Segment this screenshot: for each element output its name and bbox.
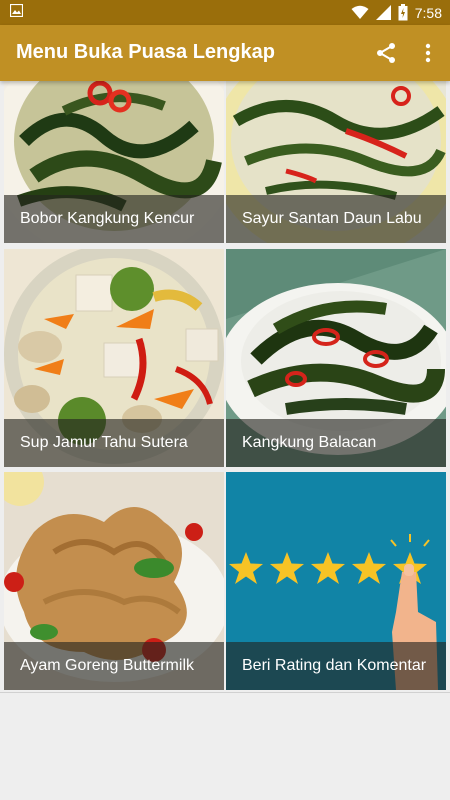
menu-tile-ayam-goreng-buttermilk[interactable]: Ayam Goreng Buttermilk xyxy=(4,472,224,690)
menu-tile-beri-rating[interactable]: Beri Rating dan Komentar xyxy=(226,472,446,690)
wifi-icon xyxy=(351,5,369,19)
menu-tile-sup-jamur-tahu-sutera[interactable]: Sup Jamur Tahu Sutera xyxy=(4,249,224,467)
divider xyxy=(0,692,450,693)
image-icon xyxy=(10,4,23,17)
menu-tile-kangkung-balacan[interactable]: Kangkung Balacan xyxy=(226,249,446,467)
more-vert-icon[interactable] xyxy=(418,41,438,65)
menu-tile-label: Kangkung Balacan xyxy=(226,419,446,467)
menu-tile-bobor-kangkung-kencur[interactable]: Bobor Kangkung Kencur xyxy=(4,81,224,243)
battery-icon xyxy=(398,4,408,21)
menu-tile-sayur-santan-daun-labu[interactable]: Sayur Santan Daun Labu xyxy=(226,81,446,243)
menu-tile-label: Beri Rating dan Komentar xyxy=(226,642,446,690)
status-time: 7:58 xyxy=(414,4,442,21)
menu-tile-label: Sayur Santan Daun Labu xyxy=(226,195,446,243)
status-bar: 7:58 xyxy=(0,0,450,25)
signal-icon xyxy=(375,5,391,20)
menu-grid: Bobor Kangkung Kencur Sayur Santan Daun … xyxy=(0,81,450,692)
app-bar: Menu Buka Puasa Lengkap xyxy=(0,25,450,81)
menu-tile-label: Ayam Goreng Buttermilk xyxy=(4,642,224,690)
menu-tile-label: Bobor Kangkung Kencur xyxy=(4,195,224,243)
menu-tile-label: Sup Jamur Tahu Sutera xyxy=(4,419,224,467)
share-icon[interactable] xyxy=(374,41,398,65)
app-title: Menu Buka Puasa Lengkap xyxy=(16,41,275,63)
